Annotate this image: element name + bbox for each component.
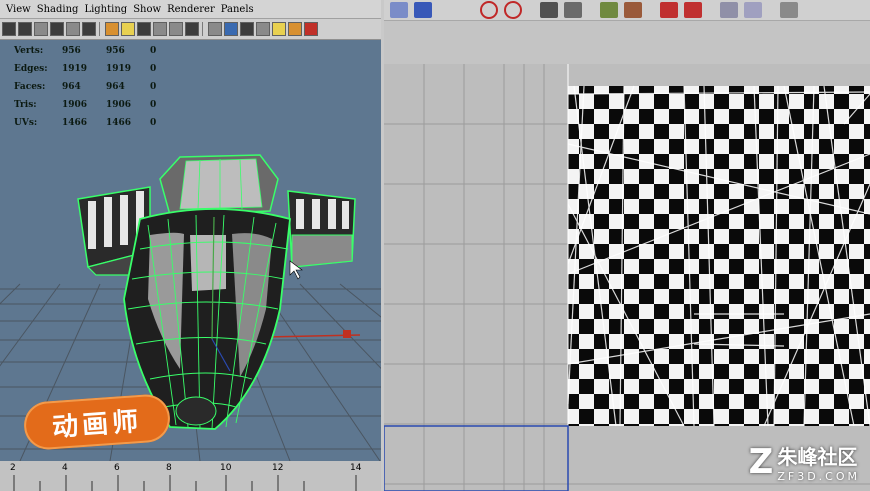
toolbar-divider [202,22,203,36]
uv-canvas[interactable] [384,64,870,491]
xray-joints-icon[interactable] [240,22,254,36]
viewport-menu-bar: View Shading Lighting Show Renderer Pane… [0,0,381,19]
layout-uv-icon[interactable] [624,2,642,18]
image-display-icon[interactable] [414,2,432,18]
zf3d-watermark: Z 朱峰社区 ZF3D.COM [749,441,860,483]
timeline-tick-label: 6 [114,463,120,473]
bounding-box-icon[interactable] [153,22,167,36]
menu-renderer[interactable]: Renderer [167,4,215,15]
rotate-ccw-icon[interactable] [480,1,498,19]
timeline-tick-label: 8 [166,463,172,473]
timeline-tick-label: 12 [272,463,284,473]
uv-editor-toolbar [384,0,870,21]
texture-icon[interactable] [169,22,183,36]
xray-icon[interactable] [224,22,238,36]
poly-count-hud: Verts: 956 956 0 Edges: 1919 1919 0 Face… [14,42,194,132]
lights-icon[interactable] [185,22,199,36]
ship-right-pod[interactable] [287,190,356,268]
isolate-select-icon[interactable] [208,22,222,36]
grid-uv-icon[interactable] [720,2,738,18]
menu-panels[interactable]: Panels [221,4,254,15]
sew-uv-icon[interactable] [564,2,582,18]
toolbar-divider [99,22,100,36]
image-plane-icon[interactable] [50,22,64,36]
menu-view[interactable]: View [6,4,31,15]
menu-show[interactable]: Show [133,4,161,15]
camera-attributes-icon[interactable] [18,22,32,36]
zf3d-logo-icon: Z [748,442,774,482]
bookmark-icon[interactable] [34,22,48,36]
time-slider-ticks [13,475,357,491]
move-up-icon[interactable] [684,2,702,18]
uv-texture-editor[interactable]: Z 朱峰社区 ZF3D.COM [384,0,870,491]
two-d-pan-icon[interactable] [82,22,96,36]
shadows-icon[interactable] [256,22,270,36]
isolate-uv-icon[interactable] [780,2,798,18]
hud-faces-row: Faces: 964 964 0 [14,82,157,92]
x-axis-handle [343,330,351,338]
smooth-shade-icon[interactable] [121,22,135,36]
perspective-viewport[interactable]: View Shading Lighting Show Renderer Pane… [0,0,384,491]
grease-pencil-icon[interactable] [66,22,80,36]
timeline-tick-label: 2 [10,463,16,473]
hud-verts-row: Verts: 956 956 0 [14,46,157,56]
hud-tris-row: Tris: 1906 1906 0 [14,100,157,110]
default-lighting-icon[interactable] [272,22,286,36]
move-down-icon[interactable] [660,2,678,18]
flat-shade-icon[interactable] [137,22,151,36]
ship-cockpit[interactable] [159,154,279,216]
hud-icon[interactable] [288,22,302,36]
align-uv-icon[interactable] [744,2,762,18]
rotate-cw-icon[interactable] [504,1,522,19]
timeline-tick-label: 14 [350,463,362,473]
uv-snapshot-icon[interactable] [390,2,408,18]
hud-uvs-row: UVs: 1466 1466 0 [14,118,157,128]
cut-uv-icon[interactable] [540,2,558,18]
watermark-en: ZF3D.COM [777,470,860,483]
timeline-tick-label: 4 [62,463,68,473]
time-slider[interactable]: 2 4 6 8 10 12 14 [0,461,381,491]
uv-marquee [384,425,569,491]
resolution-gate-icon[interactable] [304,22,318,36]
watermark-cn: 朱峰社区 [777,445,858,469]
menu-shading[interactable]: Shading [37,4,79,15]
hud-edges-row: Edges: 1919 1919 0 [14,64,157,74]
viewport-toolbar [0,19,381,40]
menu-lighting[interactable]: Lighting [84,4,127,15]
timeline-tick-label: 10 [220,463,232,473]
animator-logo: 动画师 [22,392,172,452]
unfold-uv-icon[interactable] [600,2,618,18]
camera-select-icon[interactable] [2,22,16,36]
wireframe-shaded-icon[interactable] [105,22,119,36]
